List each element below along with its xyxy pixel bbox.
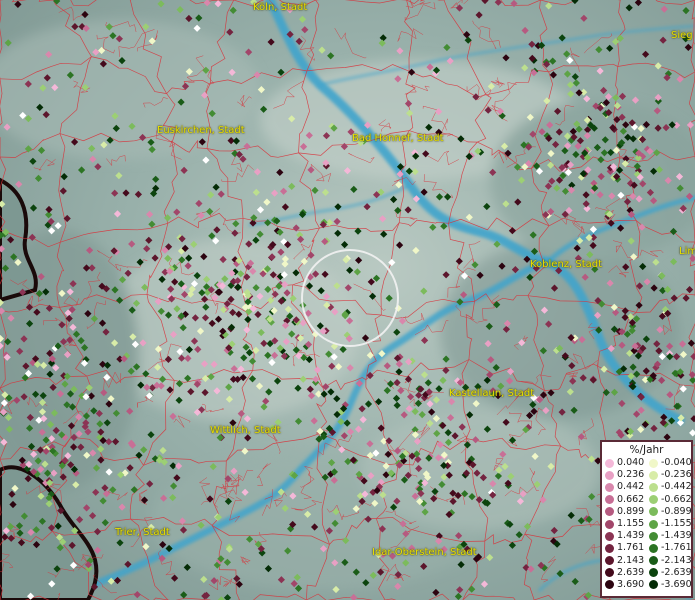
legend-row: 0.899 -0.899	[602, 505, 692, 518]
legend-value: -1.439	[661, 530, 692, 542]
legend-row: 2.143 -2.143	[602, 554, 692, 567]
legend-swatch	[605, 519, 614, 529]
legend-entry-negative: -0.899	[646, 505, 692, 517]
legend-row: 0.040 -0.040	[602, 457, 692, 469]
legend-entry-positive: 0.236	[602, 470, 646, 480]
legend-entry-positive: 1.439	[602, 531, 646, 541]
legend-row: 0.442 -0.442	[602, 481, 692, 493]
legend-swatch	[605, 495, 614, 505]
legend-value: -0.899	[661, 505, 692, 517]
legend-value: 2.639	[617, 566, 645, 578]
legend-value: -0.442	[661, 481, 692, 493]
legend-entry-negative: -2.639	[646, 566, 692, 578]
legend-swatch	[649, 556, 658, 566]
legend-swatch	[605, 482, 614, 492]
legend-entry-negative: -0.040	[646, 457, 692, 469]
legend-title: %/Jahr	[629, 444, 664, 456]
legend-entry-negative: -1.439	[646, 530, 692, 542]
legend-entry-positive: 0.040	[602, 458, 646, 468]
legend-entry-negative: -0.442	[646, 481, 692, 493]
legend-value: 0.236	[617, 469, 645, 481]
legend-value: 0.662	[617, 493, 645, 505]
legend-value: -1.761	[661, 542, 692, 554]
legend-swatch	[649, 507, 658, 517]
legend-value: -1.155	[661, 518, 692, 530]
legend-swatch	[649, 495, 658, 505]
legend-value: 1.761	[617, 542, 645, 554]
legend-swatch	[649, 458, 658, 468]
legend-entry-positive: 0.442	[602, 482, 646, 492]
legend-value: 2.143	[617, 554, 645, 566]
legend-swatch	[605, 543, 614, 553]
legend: %/Jahr 0.040 -0.040 0.236 -0.236 0.442 -0.442…	[600, 440, 693, 598]
legend-swatch	[649, 470, 658, 480]
legend-swatch	[649, 519, 658, 529]
legend-value: 1.439	[617, 530, 645, 542]
legend-swatch	[605, 556, 614, 566]
legend-swatch	[649, 543, 658, 553]
legend-row: 0.236 -0.236	[602, 469, 692, 481]
legend-value: 0.899	[617, 505, 645, 517]
legend-row: 1.155 -1.155	[602, 518, 692, 530]
legend-row: 1.439 -1.439	[602, 530, 692, 542]
legend-value: -0.040	[661, 457, 692, 469]
legend-entry-positive: 0.899	[602, 505, 646, 517]
legend-swatch	[605, 470, 614, 480]
legend-entry-positive: 1.155	[602, 519, 646, 529]
legend-swatch	[649, 568, 658, 578]
legend-value: -0.662	[661, 493, 692, 505]
legend-swatch	[605, 580, 614, 590]
legend-entry-positive: 2.639	[602, 566, 646, 578]
legend-row: 1.761 -1.761	[602, 542, 692, 554]
legend-entry-negative: -1.155	[646, 518, 692, 530]
legend-swatch	[649, 580, 658, 590]
map-canvas[interactable]	[0, 0, 695, 600]
legend-entry-negative: -3.690	[646, 578, 692, 590]
legend-swatch	[605, 458, 614, 468]
legend-value: -2.639	[661, 566, 692, 578]
legend-entry-positive: 1.761	[602, 543, 646, 553]
legend-entry-positive: 2.143	[602, 554, 646, 566]
legend-value: 1.155	[617, 518, 645, 530]
legend-swatch	[605, 568, 614, 578]
legend-value: -2.143	[661, 554, 692, 566]
legend-swatch	[649, 482, 658, 492]
legend-value: -3.690	[661, 578, 692, 590]
legend-entry-positive: 0.662	[602, 493, 646, 505]
map-view[interactable]: Köln, Stadt Euskirchen, Stadt Bad Honnef…	[0, 0, 695, 600]
legend-row: 3.690 -3.690	[602, 578, 692, 591]
legend-entry-negative: -0.662	[646, 493, 692, 505]
legend-swatch	[605, 531, 614, 541]
legend-entry-negative: -0.236	[646, 469, 692, 481]
legend-entry-negative: -2.143	[646, 554, 692, 566]
legend-row: 2.639 -2.639	[602, 566, 692, 579]
legend-value: 0.040	[617, 457, 645, 469]
legend-swatch	[649, 531, 658, 541]
legend-swatch	[605, 507, 614, 517]
legend-rows: 0.040 -0.040 0.236 -0.236 0.442 -0.442 0.662 -0…	[602, 457, 692, 591]
legend-entry-negative: -1.761	[646, 542, 692, 554]
legend-entry-positive: 3.690	[602, 578, 646, 590]
legend-row: 0.662 -0.662	[602, 493, 692, 506]
legend-value: -0.236	[661, 469, 692, 481]
legend-value: 0.442	[617, 481, 645, 493]
legend-value: 3.690	[617, 578, 645, 590]
